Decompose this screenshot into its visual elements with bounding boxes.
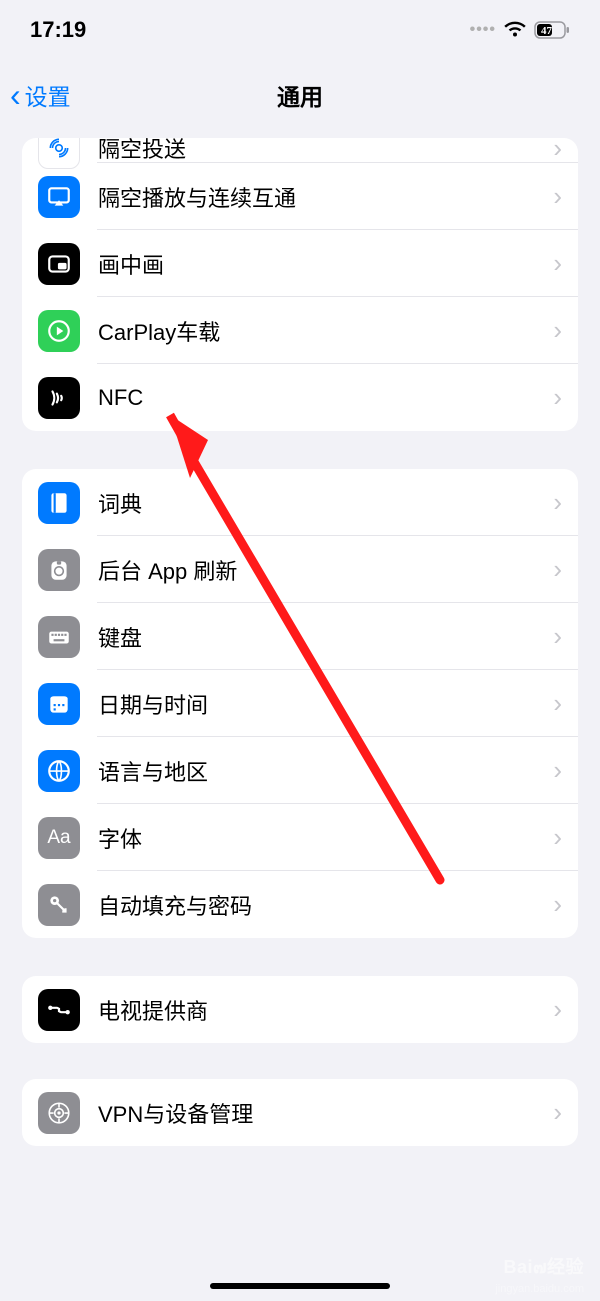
svg-text:47: 47 [541,25,553,37]
section-system: 词典 › 后台 App 刷新 › 键盘 › 日期与时间 › [22,469,578,938]
home-indicator [210,1283,390,1289]
row-vpn[interactable]: VPN与设备管理 › [22,1079,578,1146]
nav-header: ‹ 设置 通用 [0,60,600,130]
row-label: 隔空播放与连续互通 [98,181,553,213]
vpn-icon [38,1092,80,1134]
section-tv: 电视提供商 › [22,976,578,1043]
date-time-icon [38,683,80,725]
row-date-time[interactable]: 日期与时间 › [22,670,578,737]
fonts-icon: Aa [38,817,80,859]
chevron-right-icon: › [553,621,562,652]
row-label: VPN与设备管理 [98,1097,553,1129]
status-indicators: •••• 47 [470,21,570,39]
row-nfc[interactable]: NFC › [22,364,578,431]
status-time: 17:19 [30,17,86,43]
pagination-dots-icon: •••• [470,21,496,39]
watermark-url: jingyan.baidu.com [495,1283,584,1295]
row-bg-refresh[interactable]: 后台 App 刷新 › [22,536,578,603]
battery-icon: 47 [534,21,570,39]
chevron-right-icon: › [553,994,562,1025]
back-label: 设置 [25,78,71,112]
back-button[interactable]: ‹ 设置 [10,77,71,114]
wifi-icon [504,21,526,39]
chevron-right-icon: › [553,889,562,920]
row-carplay[interactable]: CarPlay车载 › [22,297,578,364]
airplay-icon [38,176,80,218]
chevron-right-icon: › [553,487,562,518]
row-label: 语言与地区 [98,755,553,787]
row-autofill[interactable]: 自动填充与密码 › [22,871,578,938]
chevron-right-icon: › [553,822,562,853]
chevron-right-icon: › [553,248,562,279]
row-dictionary[interactable]: 词典 › [22,469,578,536]
chevron-right-icon: › [553,554,562,585]
row-language-region[interactable]: 语言与地区 › [22,737,578,804]
row-keyboard[interactable]: 键盘 › [22,603,578,670]
chevron-right-icon: › [553,138,562,164]
row-fonts[interactable]: Aa 字体 › [22,804,578,871]
chevron-right-icon: › [553,755,562,786]
chevron-right-icon: › [553,382,562,413]
tv-provider-icon [38,989,80,1031]
row-label: 后台 App 刷新 [98,554,553,586]
row-pip[interactable]: 画中画 › [22,230,578,297]
row-label: 字体 [98,822,553,854]
section-connectivity: 隔空投送 › 隔空播放与连续互通 › 画中画 › CarPlay车载 › [22,138,578,431]
dictionary-icon [38,482,80,524]
content-area: 隔空投送 › 隔空播放与连续互通 › 画中画 › CarPlay车载 › [0,138,600,1146]
row-label: NFC [98,385,553,411]
status-bar: 17:19 •••• 47 [0,0,600,60]
chevron-right-icon: › [553,315,562,346]
row-airdrop[interactable]: 隔空投送 › [22,138,578,163]
row-label: 键盘 [98,621,553,653]
watermark-brand: Bai๗经验 [503,1252,584,1281]
row-label: CarPlay车载 [98,315,553,347]
row-tv-provider[interactable]: 电视提供商 › [22,976,578,1043]
chevron-right-icon: › [553,688,562,719]
language-icon [38,750,80,792]
row-label: 日期与时间 [98,688,553,720]
row-label: 画中画 [98,248,553,280]
chevron-left-icon: ‹ [10,77,21,114]
nfc-icon [38,377,80,419]
row-label: 隔空投送 [98,138,553,164]
carplay-icon [38,310,80,352]
page-title: 通用 [277,78,323,112]
row-label: 词典 [98,487,553,519]
row-label: 电视提供商 [98,994,553,1026]
autofill-icon [38,884,80,926]
pip-icon [38,243,80,285]
chevron-right-icon: › [553,1097,562,1128]
row-airplay[interactable]: 隔空播放与连续互通 › [22,163,578,230]
section-vpn: VPN与设备管理 › [22,1079,578,1146]
keyboard-icon [38,616,80,658]
bg-refresh-icon [38,549,80,591]
row-label: 自动填充与密码 [98,889,553,921]
chevron-right-icon: › [553,181,562,212]
